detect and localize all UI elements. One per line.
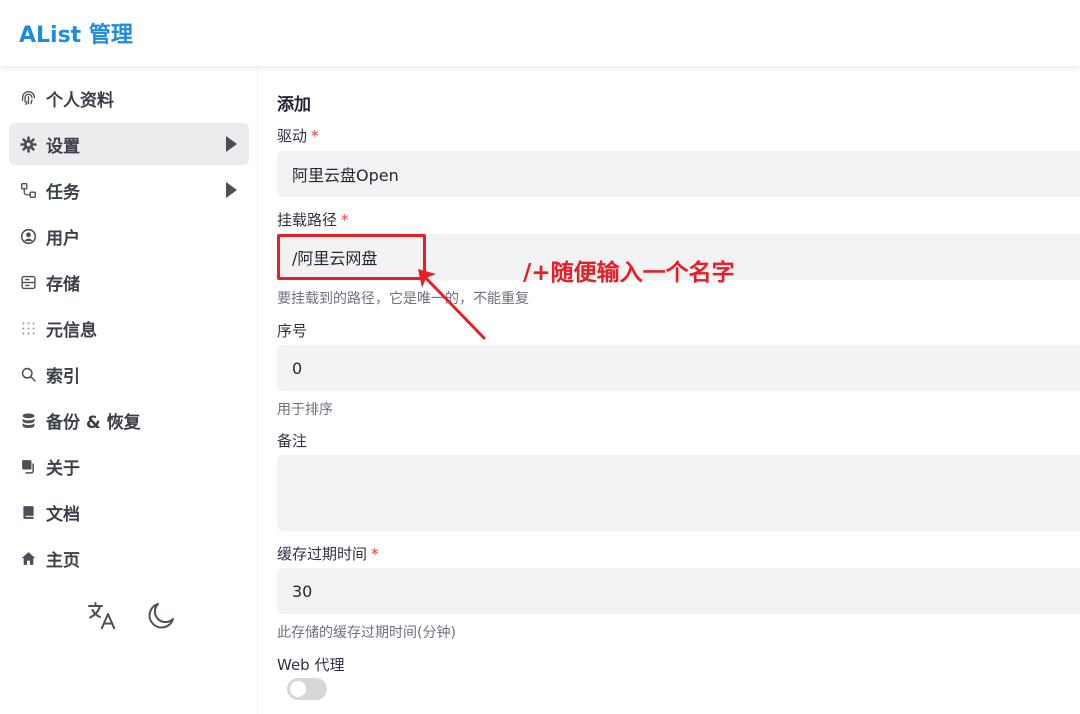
order-input[interactable]: 0 <box>277 345 1080 391</box>
search-icon <box>19 365 37 383</box>
annotation-highlight-box <box>277 234 426 280</box>
form-title: 添加 <box>277 95 311 115</box>
chevron-right-icon <box>226 182 237 198</box>
meta-grid-icon <box>19 319 37 337</box>
sidebar-item-tasks[interactable]: 任务 <box>9 169 249 211</box>
top-header: AList 管理 <box>0 0 1080 66</box>
annotation-text: /+随便输入一个名字 <box>523 260 735 286</box>
sidebar: 个人资料 设置 任务 用户 存储 元信息 索引 备份 & 恢复 关于 文档 主页 <box>0 66 258 714</box>
storage-icon <box>19 273 37 291</box>
gear-icon <box>19 135 37 153</box>
fingerprint-icon <box>19 89 37 107</box>
sidebar-item-label: 任务 <box>46 182 80 203</box>
sidebar-item-docs[interactable]: 文档 <box>9 491 249 533</box>
mount-path-label: 挂载路径 * <box>277 211 349 229</box>
driver-label: 驱动 * <box>277 127 319 145</box>
home-icon <box>19 549 37 567</box>
sidebar-item-about[interactable]: 关于 <box>9 445 249 487</box>
web-proxy-toggle[interactable] <box>287 678 327 700</box>
sidebar-item-storage[interactable]: 存储 <box>9 261 249 303</box>
user-circle-icon <box>19 227 37 245</box>
sidebar-item-label: 索引 <box>46 366 80 387</box>
order-helper: 用于排序 <box>277 402 333 418</box>
chevron-right-icon <box>226 136 237 152</box>
sidebar-item-settings[interactable]: 设置 <box>9 123 249 165</box>
sidebar-item-label: 个人资料 <box>46 90 114 111</box>
sidebar-item-label: 元信息 <box>46 320 97 341</box>
app-brand-title[interactable]: AList 管理 <box>19 17 133 49</box>
sidebar-item-label: 存储 <box>46 274 80 295</box>
sidebar-item-backup-restore[interactable]: 备份 & 恢复 <box>9 399 249 441</box>
workflow-icon <box>19 181 37 199</box>
sidebar-item-label: 关于 <box>46 458 80 479</box>
sidebar-item-home[interactable]: 主页 <box>9 537 249 579</box>
copy-icon <box>19 457 37 475</box>
sidebar-item-label: 文档 <box>46 504 80 525</box>
remark-textarea[interactable] <box>277 455 1080 531</box>
required-mark: * <box>341 211 349 229</box>
moon-icon[interactable] <box>145 600 177 632</box>
sidebar-item-label: 备份 & 恢复 <box>46 412 141 433</box>
sidebar-item-index[interactable]: 索引 <box>9 353 249 395</box>
required-mark: * <box>371 545 379 563</box>
sidebar-item-users[interactable]: 用户 <box>9 215 249 257</box>
web-proxy-label: Web 代理 <box>277 656 345 674</box>
required-mark: * <box>311 127 319 145</box>
cache-expiration-input[interactable]: 30 <box>277 568 1080 614</box>
sidebar-item-label: 设置 <box>46 136 80 157</box>
driver-select[interactable]: 阿里云盘Open <box>277 151 1080 197</box>
toggle-knob <box>290 681 306 697</box>
cache-expiration-label: 缓存过期时间 * <box>277 545 379 563</box>
order-label: 序号 <box>277 322 308 340</box>
database-icon <box>19 411 37 429</box>
sidebar-tools <box>86 600 177 632</box>
annotation-arrow-icon <box>418 269 486 340</box>
sidebar-item-label: 用户 <box>46 228 80 249</box>
remark-label: 备注 <box>277 432 308 450</box>
translate-icon[interactable] <box>86 600 118 632</box>
cache-expiration-helper: 此存储的缓存过期时间(分钟) <box>277 625 456 641</box>
sidebar-item-profile[interactable]: 个人资料 <box>9 77 249 119</box>
sidebar-item-meta[interactable]: 元信息 <box>9 307 249 349</box>
sidebar-item-label: 主页 <box>46 550 80 571</box>
book-icon <box>19 503 37 521</box>
storage-add-form: 添加 驱动 * 阿里云盘Open 挂载路径 * /阿里云网盘 要挂载到的路径，它是唯… <box>258 66 1080 714</box>
